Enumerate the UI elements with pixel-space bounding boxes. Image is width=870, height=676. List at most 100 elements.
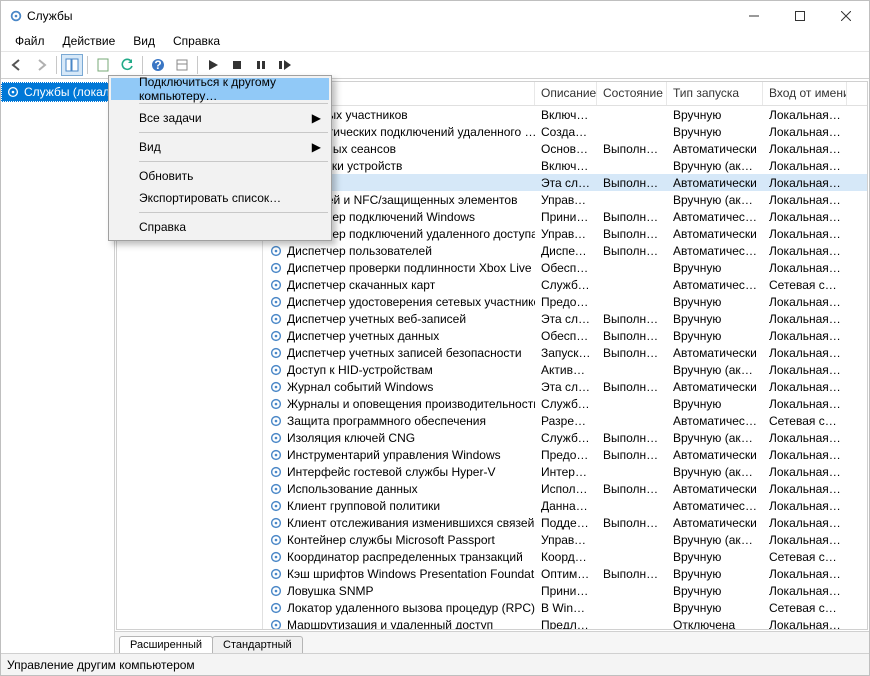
cell-name: Диспетчер удостоверения сетевых участник… (263, 295, 535, 309)
service-gear-icon (269, 329, 283, 343)
cell-state: Выполняется (597, 227, 667, 241)
restart-service-button[interactable] (274, 54, 296, 76)
menu-view[interactable]: Вид (125, 32, 163, 50)
tree-root-services[interactable]: Службы (локаль (1, 82, 114, 102)
service-row[interactable]: я сетевых участниковВключает …ВручнуюЛок… (263, 106, 867, 123)
cell-state: Выполняется (597, 244, 667, 258)
service-row[interactable]: Журналы и оповещения производительностиС… (263, 395, 867, 412)
cm-export-list[interactable]: Экспортировать список… (111, 187, 329, 209)
service-row[interactable]: Доступ к HID-устройствамАктивируе…Вручну… (263, 361, 867, 378)
cm-help[interactable]: Справка (111, 216, 329, 238)
service-row[interactable]: Координатор распределенных транзакцийКоо… (263, 548, 867, 565)
service-row[interactable]: Маршрутизация и удаленный доступПредлага… (263, 616, 867, 629)
tree-root-label: Службы (локаль (24, 85, 109, 99)
cell-name: Диспетчер пользователей (263, 244, 535, 258)
start-service-button[interactable] (202, 54, 224, 76)
cell-name: Диспетчер скачанных карт (263, 278, 535, 292)
service-name-text: Контейнер службы Microsoft Passport (287, 533, 495, 547)
cell-description: Предлагае… (535, 618, 597, 630)
service-row[interactable]: Клиент групповой политикиДанная сл…Автом… (263, 497, 867, 514)
cell-state: Выполняется (597, 448, 667, 462)
service-row[interactable]: Диспетчер проверки подлинности Xbox Live… (263, 259, 867, 276)
service-row[interactable]: Диспетчер скачанных картСлужба W…Автомат… (263, 276, 867, 293)
service-gear-icon (269, 550, 283, 564)
menu-help[interactable]: Справка (165, 32, 228, 50)
cell-startup: Автоматически (от… (667, 278, 763, 292)
close-button[interactable] (823, 1, 869, 31)
cell-logon: Локальная слу… (763, 210, 847, 224)
cell-description: Предостав… (535, 448, 597, 462)
service-gear-icon (269, 380, 283, 394)
service-gear-icon (269, 567, 283, 581)
cm-view[interactable]: Вид ▶ (111, 136, 329, 158)
refresh-button[interactable] (116, 54, 138, 76)
service-row[interactable]: Использование данныхИспользо…Выполняется… (263, 480, 867, 497)
service-row[interactable]: Клиент отслеживания изменившихся связейП… (263, 514, 867, 531)
cm-refresh[interactable]: Обновить (111, 165, 329, 187)
menu-action[interactable]: Действие (55, 32, 124, 50)
service-row[interactable]: Контейнер службы Microsoft PassportУправ… (263, 531, 867, 548)
list-header: ˆ Описание Состояние Тип запуска Вход от… (263, 82, 867, 106)
cell-description: Координа… (535, 550, 597, 564)
service-gear-icon (269, 482, 283, 496)
minimize-button[interactable] (731, 1, 777, 31)
service-row[interactable]: Диспетчер подключений WindowsПринимае…Вы… (263, 208, 867, 225)
maximize-button[interactable] (777, 1, 823, 31)
service-row[interactable]: Интерфейс гостевой службы Hyper-VИнтерфе… (263, 463, 867, 480)
pause-service-button[interactable] (250, 54, 272, 76)
cell-logon: Локальная сис… (763, 227, 847, 241)
help-button[interactable]: ? (147, 54, 169, 76)
back-button[interactable] (6, 54, 28, 76)
cell-description: Управляет… (535, 193, 597, 207)
properties-button[interactable] (92, 54, 114, 76)
col-logon[interactable]: Вход от имени (763, 82, 847, 105)
cell-logon: Локальная сис… (763, 176, 847, 190)
cell-startup: Автоматически (667, 227, 763, 241)
cm-connect-other-computer[interactable]: Подключиться к другому компьютеру… (111, 78, 329, 100)
menubar: Файл Действие Вид Справка (1, 31, 869, 51)
menu-file[interactable]: Файл (7, 32, 53, 50)
service-row[interactable]: Локатор удаленного вызова процедур (RPC)… (263, 599, 867, 616)
service-row[interactable]: Диспетчер пользователейДиспетчер…Выполня… (263, 242, 867, 259)
cm-all-tasks[interactable]: Все задачи ▶ (111, 107, 329, 129)
show-tree-button[interactable] (61, 54, 83, 76)
service-row[interactable]: Автоматических подключений удаленного …С… (263, 123, 867, 140)
service-row[interactable]: Ловушка SNMPПринимае…ВручнуюЛокальная сл… (263, 582, 867, 599)
service-row[interactable]: Диспетчер учетных веб-записейЭта служб…В… (263, 310, 867, 327)
cell-logon: Сетевая служба (763, 414, 847, 428)
service-row[interactable]: Кэш шрифтов Windows Presentation Foundat… (263, 565, 867, 582)
col-description[interactable]: Описание (535, 82, 597, 105)
service-row[interactable]: Диспетчер учетных данныхОбеспечи…Выполня… (263, 327, 867, 344)
tab-extended[interactable]: Расширенный (119, 636, 213, 653)
service-gear-icon (269, 499, 283, 513)
export-button[interactable] (171, 54, 193, 76)
forward-button[interactable] (30, 54, 52, 76)
service-row[interactable]: печатиЭта служб…ВыполняетсяАвтоматически… (263, 174, 867, 191)
service-row[interactable]: Диспетчер удостоверения сетевых участник… (263, 293, 867, 310)
service-row[interactable]: Диспетчер учетных записей безопасностиЗа… (263, 344, 867, 361)
service-row[interactable]: платежей и NFC/защищенных элементовУправ… (263, 191, 867, 208)
service-row[interactable]: Журнал событий WindowsЭта служб…Выполняе… (263, 378, 867, 395)
service-row[interactable]: Изоляция ключей CNGСлужба из…Выполняется… (263, 429, 867, 446)
service-name-text: Доступ к HID-устройствам (287, 363, 433, 377)
app-gear-icon (9, 9, 23, 23)
service-row[interactable]: настройки устройствВключени…Вручную (акт… (263, 157, 867, 174)
service-gear-icon (269, 465, 283, 479)
service-row[interactable]: локальных сеансовОсновная …ВыполняетсяАв… (263, 140, 867, 157)
cell-logon: Локальная слу… (763, 295, 847, 309)
service-name-text: Защита программного обеспечения (287, 414, 486, 428)
service-gear-icon (269, 363, 283, 377)
stop-service-button[interactable] (226, 54, 248, 76)
cell-logon: Сетевая служба (763, 278, 847, 292)
tab-standard[interactable]: Стандартный (212, 636, 303, 653)
cell-description: Оптимизи… (535, 567, 597, 581)
list-body[interactable]: я сетевых участниковВключает …ВручнуюЛок… (263, 106, 867, 629)
col-startup[interactable]: Тип запуска (667, 82, 763, 105)
cell-startup: Автоматически (667, 380, 763, 394)
cell-logon: Локальная слу… (763, 397, 847, 411)
service-row[interactable]: Диспетчер подключений удаленного доступа… (263, 225, 867, 242)
service-row[interactable]: Защита программного обеспеченияРазрешает… (263, 412, 867, 429)
service-name-text: Клиент групповой политики (287, 499, 440, 513)
service-row[interactable]: Инструментарий управления WindowsПредост… (263, 446, 867, 463)
col-state[interactable]: Состояние (597, 82, 667, 105)
